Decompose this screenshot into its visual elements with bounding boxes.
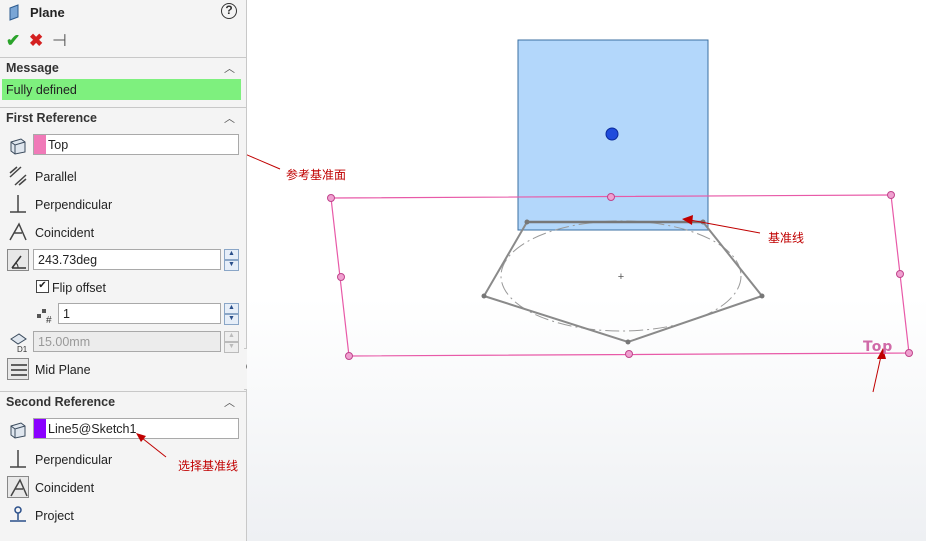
- spin-up-icon[interactable]: ▲: [224, 249, 239, 260]
- project-option[interactable]: Project: [35, 509, 74, 523]
- instance-count-value: 1: [63, 307, 70, 321]
- second-reference-section-header[interactable]: Second Reference ︿: [0, 391, 246, 414]
- coincident-option[interactable]: Coincident: [35, 226, 94, 240]
- perpendicular-option-2[interactable]: Perpendicular: [35, 453, 112, 467]
- top-plane-label: Top: [863, 339, 894, 355]
- angle-input[interactable]: 243.73deg: [33, 249, 221, 270]
- first-reference-value: Top: [48, 138, 69, 152]
- collapse-icon[interactable]: ︿: [224, 110, 235, 126]
- coincident-icon[interactable]: [7, 221, 29, 243]
- instance-count-icon: #: [34, 303, 56, 325]
- distance-value: 15.00mm: [38, 335, 91, 349]
- distance-icon[interactable]: D1: [7, 331, 29, 353]
- spin-down-icon[interactable]: ▼: [224, 260, 239, 271]
- angle-icon[interactable]: [7, 249, 29, 271]
- collapse-icon[interactable]: ︿: [224, 394, 235, 410]
- flip-offset-checkbox[interactable]: ✔: [36, 280, 49, 293]
- face-selection-icon: [7, 135, 29, 157]
- annotation-select-datum-line: 选择基准线: [178, 459, 239, 473]
- angle-spinner[interactable]: ▲ ▼: [224, 249, 239, 271]
- distance-spinner: ▲ ▼: [224, 331, 239, 353]
- angle-value: 243.73deg: [38, 253, 98, 267]
- spin-down-icon[interactable]: ▼: [224, 314, 239, 325]
- ok-button[interactable]: ✔: [6, 32, 20, 50]
- collapse-icon[interactable]: ︿: [224, 60, 235, 76]
- annotation-arrow: [247, 154, 281, 170]
- reference-color-swatch: [34, 135, 46, 154]
- graphics-viewport[interactable]: + Top: [247, 0, 926, 541]
- help-icon[interactable]: ?: [221, 3, 237, 19]
- first-reference-input[interactable]: Top: [33, 134, 239, 155]
- status-message: Fully defined: [2, 79, 241, 100]
- instance-count-input[interactable]: 1: [58, 303, 221, 324]
- spin-up-icon: ▲: [224, 331, 239, 342]
- mid-plane-option[interactable]: Mid Plane: [35, 363, 91, 377]
- panel-header: Plane ?: [0, 0, 246, 26]
- panel-title: Plane: [30, 5, 65, 20]
- edge-selection-icon: [7, 419, 29, 441]
- plane-handle[interactable]: [605, 127, 619, 141]
- annotation-ref-plane: 参考基准面: [286, 168, 347, 182]
- flip-offset-label: Flip offset: [52, 281, 106, 295]
- distance-input: 15.00mm: [33, 331, 221, 352]
- project-icon[interactable]: [7, 504, 29, 526]
- coincident-icon[interactable]: [7, 476, 29, 498]
- svg-text:#: #: [46, 315, 52, 325]
- parallel-option[interactable]: Parallel: [35, 170, 77, 184]
- spin-down-icon: ▼: [224, 342, 239, 353]
- message-header: Message: [6, 61, 59, 75]
- annotation-arrow-second: [136, 433, 167, 458]
- second-reference-header: Second Reference: [6, 395, 116, 409]
- second-reference-value: Line5@Sketch1: [48, 422, 137, 436]
- first-reference-section-header[interactable]: First Reference ︿: [0, 107, 246, 130]
- svg-text:+: +: [618, 271, 624, 283]
- perpendicular-icon[interactable]: [7, 193, 29, 215]
- first-reference-header: First Reference: [6, 111, 98, 125]
- count-spinner[interactable]: ▲ ▼: [224, 303, 239, 325]
- status-text: Fully defined: [6, 83, 77, 97]
- cancel-button[interactable]: ✖: [29, 32, 43, 50]
- perpendicular-option[interactable]: Perpendicular: [35, 198, 112, 212]
- reference-color-swatch: [34, 419, 46, 438]
- svg-text:D1: D1: [17, 345, 28, 353]
- message-section-header[interactable]: Message ︿: [0, 57, 246, 80]
- plane-icon: [9, 4, 19, 21]
- parallel-icon[interactable]: [7, 165, 29, 187]
- annotation-datum-line: 基准线: [768, 231, 805, 245]
- mid-plane-icon[interactable]: [7, 358, 29, 380]
- coincident-option-2[interactable]: Coincident: [35, 481, 94, 495]
- perpendicular-icon[interactable]: [7, 448, 29, 470]
- spin-up-icon[interactable]: ▲: [224, 303, 239, 314]
- viewport-drawing: +: [247, 39, 913, 393]
- pin-button[interactable]: ⊣: [52, 32, 67, 50]
